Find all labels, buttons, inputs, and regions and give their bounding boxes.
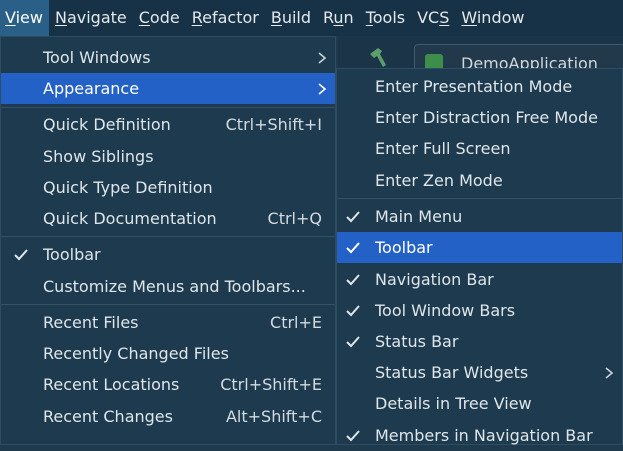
menu-refactor-label: Refactor	[191, 8, 259, 27]
members-in-navigation-bar-label: Members in Navigation Bar	[375, 426, 593, 445]
menu-run[interactable]: Run	[317, 0, 360, 36]
menu-item-full-screen[interactable]: Enter Full Screen	[337, 133, 622, 164]
mnemonic-letter: N	[54, 8, 67, 27]
zen-mode-label: Enter Zen Mode	[375, 171, 503, 190]
menu-item-appearance[interactable]: Appearance	[1, 73, 335, 104]
recent-files-shortcut: Ctrl+E	[270, 313, 322, 332]
distraction-free-mode-label: Enter Distraction Free Mode	[375, 108, 598, 127]
menu-navigate-label: Navigate	[54, 8, 127, 27]
mnemonic-letter: S	[439, 8, 450, 27]
build-hammer-icon[interactable]	[367, 46, 389, 68]
appearance-label: Appearance	[43, 79, 140, 98]
menu-tools[interactable]: Tools	[360, 0, 411, 36]
appearance-toolbar-label: Toolbar	[375, 238, 433, 257]
mnemonic-letter: C	[138, 8, 150, 27]
menu-navigate[interactable]: Navigate	[49, 0, 133, 36]
menu-item-quick-type-definition[interactable]: Quick Type Definition	[1, 172, 335, 203]
menu-item-members-in-navigation-bar[interactable]: Members in Navigation Bar	[337, 420, 622, 451]
submenu-arrow-icon	[318, 52, 327, 64]
checkmark-icon	[346, 274, 360, 286]
quick-documentation-label: Quick Documentation	[43, 209, 217, 228]
customize-menus-label: Customize Menus and Toolbars...	[43, 277, 306, 296]
checkmark-icon	[346, 242, 360, 254]
details-in-tree-view-label: Details in Tree View	[375, 394, 532, 413]
separator	[1, 304, 335, 305]
mnemonic-letter: T	[365, 8, 373, 27]
quick-documentation-shortcut: Ctrl+Q	[267, 209, 322, 228]
menu-refactor[interactable]: Refactor	[186, 0, 265, 36]
menu-item-quick-definition[interactable]: Quick Definition Ctrl+Shift+I	[1, 109, 335, 140]
menu-code-label: Code	[138, 8, 180, 27]
menu-window-label: Window	[461, 8, 525, 27]
main-menu-label: Main Menu	[375, 207, 463, 226]
menu-item-tool-window-bars[interactable]: Tool Window Bars	[337, 295, 622, 326]
status-bar-label: Status Bar	[375, 332, 459, 351]
menu-window[interactable]: Window	[455, 0, 530, 36]
menu-vcs-label: VCS	[417, 8, 450, 27]
menu-item-tool-windows[interactable]: Tool Windows	[1, 42, 335, 73]
checkmark-icon	[346, 211, 360, 223]
checkmark-icon	[346, 305, 360, 317]
menu-view-label: View	[5, 8, 43, 27]
checkmark-icon	[346, 430, 360, 442]
mnemonic-letter: R	[191, 8, 203, 27]
tool-window-bars-label: Tool Window Bars	[375, 301, 516, 320]
menu-view[interactable]: View	[0, 0, 49, 36]
mnemonic-letter: u	[333, 8, 344, 27]
status-bar-widgets-label: Status Bar Widgets	[375, 363, 529, 382]
menu-item-recent-locations[interactable]: Recent Locations Ctrl+Shift+E	[1, 369, 335, 400]
menu-code[interactable]: Code	[133, 0, 186, 36]
recent-files-label: Recent Files	[43, 313, 139, 332]
menu-item-main-menu[interactable]: Main Menu	[337, 201, 622, 232]
menu-item-presentation-mode[interactable]: Enter Presentation Mode	[337, 71, 622, 102]
navigation-bar-label: Navigation Bar	[375, 270, 494, 289]
menu-item-customize-menus[interactable]: Customize Menus and Toolbars...	[1, 271, 335, 302]
menu-item-toolbar[interactable]: Toolbar	[1, 239, 335, 270]
menu-item-appearance-toolbar[interactable]: Toolbar	[337, 232, 622, 263]
quick-definition-label: Quick Definition	[43, 115, 171, 134]
menu-item-recent-changes[interactable]: Recent Changes Alt+Shift+C	[1, 401, 335, 432]
separator	[337, 198, 622, 199]
mnemonic-letter: B	[270, 8, 282, 27]
show-siblings-label: Show Siblings	[43, 147, 154, 166]
menu-item-recently-changed-files[interactable]: Recently Changed Files	[1, 338, 335, 369]
menu-item-quick-documentation[interactable]: Quick Documentation Ctrl+Q	[1, 203, 335, 234]
checkmark-icon	[14, 249, 28, 261]
quick-definition-shortcut: Ctrl+Shift+I	[225, 115, 322, 134]
menu-tools-label: Tools	[365, 8, 406, 27]
menu-item-details-in-tree-view[interactable]: Details in Tree View	[337, 388, 622, 419]
menu-vcs[interactable]: VCS	[411, 0, 455, 36]
mnemonic-letter: W	[461, 8, 477, 27]
menu-run-label: Run	[323, 8, 354, 27]
menu-item-show-siblings[interactable]: Show Siblings	[1, 141, 335, 172]
recent-locations-label: Recent Locations	[43, 375, 180, 394]
recently-changed-files-label: Recently Changed Files	[43, 344, 229, 363]
main-menu-bar: View Navigate Code Refactor Build Run To…	[0, 0, 623, 36]
menu-item-zen-mode[interactable]: Enter Zen Mode	[337, 165, 622, 196]
menu-item-distraction-free-mode[interactable]: Enter Distraction Free Mode	[337, 102, 622, 133]
mnemonic-letter: V	[5, 8, 16, 27]
menu-build-label: Build	[270, 8, 311, 27]
menu-build[interactable]: Build	[265, 0, 317, 36]
recent-changes-label: Recent Changes	[43, 407, 173, 426]
menu-item-navigation-bar[interactable]: Navigation Bar	[337, 264, 622, 295]
tool-windows-label: Tool Windows	[43, 48, 151, 67]
checkmark-icon	[346, 336, 360, 348]
view-menu-popup: Tool Windows Appearance Quick Definition…	[0, 36, 336, 445]
menu-item-status-bar[interactable]: Status Bar	[337, 326, 622, 357]
presentation-mode-label: Enter Presentation Mode	[375, 77, 573, 96]
toolbar-label: Toolbar	[43, 245, 101, 264]
submenu-arrow-icon	[605, 367, 614, 379]
menu-item-recent-files[interactable]: Recent Files Ctrl+E	[1, 307, 335, 338]
recent-locations-shortcut: Ctrl+Shift+E	[220, 375, 322, 394]
submenu-arrow-icon	[318, 83, 327, 95]
separator	[1, 236, 335, 237]
separator	[1, 107, 335, 108]
quick-type-definition-label: Quick Type Definition	[43, 178, 213, 197]
menu-item-status-bar-widgets[interactable]: Status Bar Widgets	[337, 357, 622, 388]
appearance-submenu-popup: Enter Presentation Mode Enter Distractio…	[336, 68, 623, 445]
full-screen-label: Enter Full Screen	[375, 139, 511, 158]
recent-changes-shortcut: Alt+Shift+C	[225, 407, 322, 426]
